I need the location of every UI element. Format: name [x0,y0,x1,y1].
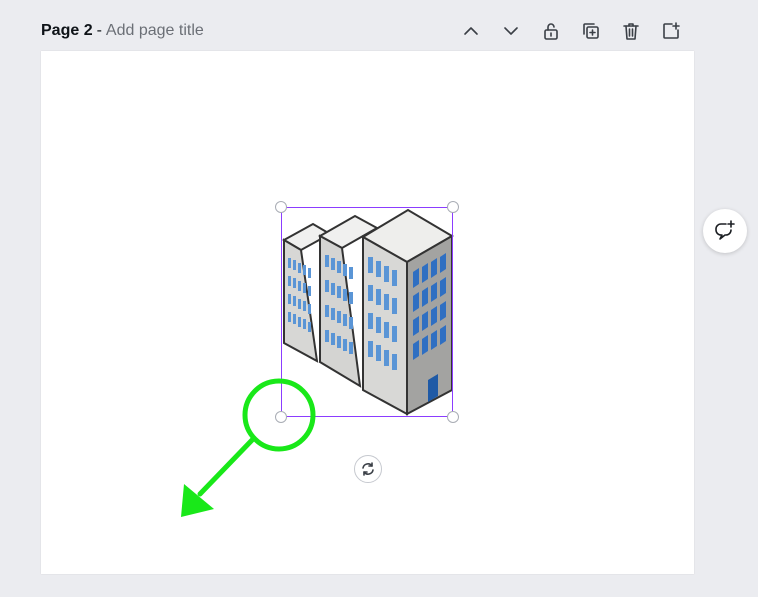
add-comment-button[interactable] [703,209,747,253]
resize-handle-bottom-left[interactable] [275,411,287,423]
resize-handle-top-right[interactable] [447,201,459,213]
resize-handle-top-left[interactable] [275,201,287,213]
rotate-icon [362,462,374,476]
rotate-handle[interactable] [354,455,382,483]
add-comment-icon [715,220,735,240]
resize-handle-bottom-right[interactable] [447,411,459,423]
selection-box [281,207,453,417]
